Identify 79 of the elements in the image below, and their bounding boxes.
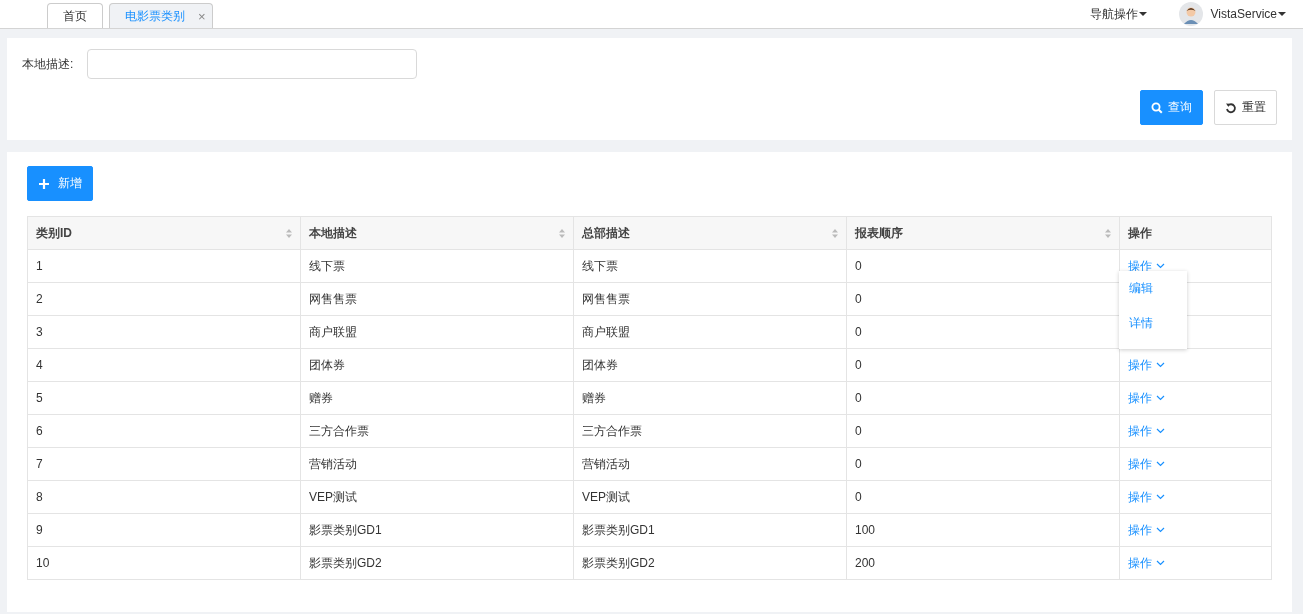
field-label: 本地描述:: [22, 55, 74, 73]
table-cell: 营销活动: [300, 447, 574, 481]
table-cell: 网售售票: [300, 282, 574, 316]
chevron-down-icon: [1156, 494, 1165, 500]
table-cell: 3: [27, 315, 301, 349]
nav-menu[interactable]: 导航操作: [1089, 5, 1147, 23]
table-cell: 0: [846, 381, 1120, 415]
chevron-down-icon: [1156, 263, 1165, 269]
table-cell: 营销活动: [573, 447, 847, 481]
table-cell: 影票类别GD2: [573, 546, 847, 580]
action-dropdown[interactable]: 操作: [1128, 455, 1165, 473]
reset-button[interactable]: 重置: [1214, 90, 1277, 125]
add-button[interactable]: 新增: [27, 166, 93, 201]
table-cell: 影票类别GD2: [300, 546, 574, 580]
table-cell: 线下票: [300, 249, 574, 283]
column-header[interactable]: 本地描述: [300, 216, 574, 250]
table-cell: 商户联盟: [573, 315, 847, 349]
table-cell: 三方合作票: [573, 414, 847, 448]
table-cell: 0: [846, 447, 1120, 481]
sort-icon[interactable]: [1105, 228, 1111, 238]
action-dropdown[interactable]: 操作: [1128, 488, 1165, 506]
column-header[interactable]: 总部描述: [573, 216, 847, 250]
table-cell: 0: [846, 480, 1120, 514]
table-cell: 10: [27, 546, 301, 580]
chevron-down-icon: [1156, 428, 1165, 434]
table-cell: 线下票: [573, 249, 847, 283]
chevron-down-icon: [1156, 461, 1165, 467]
column-header[interactable]: 类别ID: [27, 216, 301, 250]
table-cell: VEP测试: [300, 480, 574, 514]
table-cell: 7: [27, 447, 301, 481]
chevron-down-icon: [1156, 527, 1165, 533]
table-cell: 三方合作票: [300, 414, 574, 448]
chevron-down-icon: [1156, 395, 1165, 401]
input-field[interactable]: [87, 49, 418, 79]
table-cell: 5: [27, 381, 301, 415]
chevron-down-icon: [1156, 560, 1165, 566]
sort-icon[interactable]: [832, 228, 838, 238]
table-cell: 影票类别GD1: [573, 513, 847, 547]
menu-item[interactable]: 详情: [1119, 310, 1187, 345]
table-cell: 8: [27, 480, 301, 514]
action-dropdown[interactable]: 操作: [1128, 257, 1165, 275]
table-cell: 影票类别GD1: [300, 513, 574, 547]
action-dropdown[interactable]: 操作: [1128, 554, 1165, 572]
table-cell: 4: [27, 348, 301, 382]
plus-icon: [39, 178, 49, 189]
action-dropdown[interactable]: 操作: [1128, 521, 1165, 539]
table-cell: VEP测试: [573, 480, 847, 514]
sort-icon[interactable]: [559, 228, 565, 238]
table-cell: 2: [27, 282, 301, 316]
user-menu[interactable]: VistaService: [1210, 7, 1286, 21]
refresh-icon: [1225, 101, 1237, 114]
tab[interactable]: 首页: [47, 3, 103, 28]
table-cell: 团体券: [300, 348, 574, 382]
table-cell: 团体券: [573, 348, 847, 382]
table-cell: 100: [846, 513, 1120, 547]
table-cell: 0: [846, 348, 1120, 382]
table-cell: 网售售票: [573, 282, 847, 316]
table-cell: 1: [27, 249, 301, 283]
table-cell: 商户联盟: [300, 315, 574, 349]
table-cell: 赠券: [573, 381, 847, 415]
tab[interactable]: 电影票类别 ×: [109, 3, 213, 28]
menu-item[interactable]: 编辑: [1119, 275, 1187, 310]
sort-icon[interactable]: [286, 228, 292, 238]
table-cell: 0: [846, 249, 1120, 283]
table-cell: 200: [846, 546, 1120, 580]
action-dropdown[interactable]: 操作: [1128, 389, 1165, 407]
table-cell: 6: [27, 414, 301, 448]
action-dropdown[interactable]: 操作: [1128, 356, 1165, 374]
action-dropdown[interactable]: 操作: [1128, 422, 1165, 440]
avatar-icon: [1178, 2, 1203, 26]
table-cell: 赠券: [300, 381, 574, 415]
table-cell: 9: [27, 513, 301, 547]
table-cell: 0: [846, 414, 1120, 448]
chevron-down-icon: [1156, 362, 1165, 368]
column-header[interactable]: 报表顺序: [846, 216, 1120, 250]
search-icon: [1151, 101, 1163, 114]
close-icon[interactable]: ×: [198, 8, 206, 24]
column-header: 操作: [1119, 216, 1272, 250]
search-button[interactable]: 查询: [1140, 90, 1203, 125]
